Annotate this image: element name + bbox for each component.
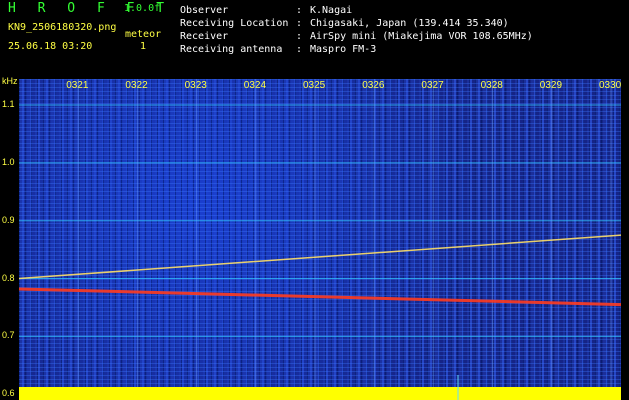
signal-trace <box>18 234 622 280</box>
signal-trace <box>18 287 622 307</box>
spectrogram-overlay <box>18 79 622 400</box>
baseline-band <box>19 387 621 400</box>
